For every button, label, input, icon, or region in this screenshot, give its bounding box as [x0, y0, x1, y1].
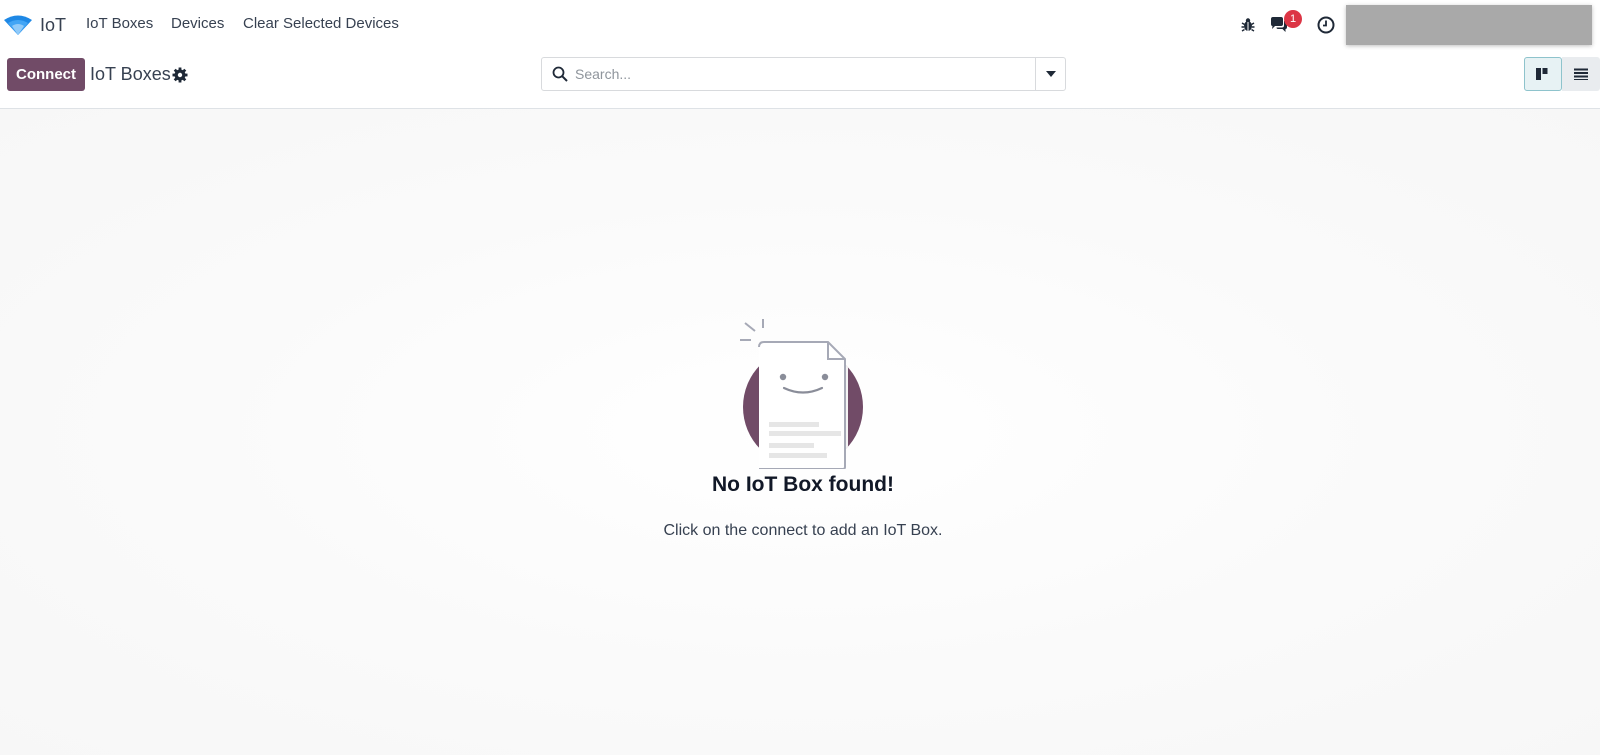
user-menu[interactable]: [1346, 5, 1592, 45]
kanban-view-content: No IoT Box found! Click on the connect t…: [0, 109, 1600, 755]
connect-button[interactable]: Connect: [7, 58, 85, 91]
search-input[interactable]: [575, 59, 1015, 89]
empty-state-title: No IoT Box found!: [712, 473, 894, 496]
list-view-button[interactable]: [1562, 57, 1600, 91]
menu-iot-boxes[interactable]: IoT Boxes: [86, 15, 153, 32]
wifi-icon[interactable]: [3, 14, 33, 36]
gear-icon[interactable]: [171, 66, 189, 84]
app-name[interactable]: IoT: [40, 15, 66, 36]
menu-devices[interactable]: Devices: [171, 15, 224, 32]
control-panel: Connect IoT Boxes: [0, 50, 1600, 109]
caret-down-icon: [1045, 71, 1056, 77]
kanban-view-button[interactable]: [1524, 57, 1562, 91]
list-icon: [1574, 68, 1588, 80]
search-icon: [552, 66, 568, 82]
no-content-helper: No IoT Box found! Click on the connect t…: [0, 109, 1600, 755]
page-title: IoT Boxes: [90, 64, 171, 84]
top-navbar: IoT IoT Boxes Devices Clear Selected Dev…: [0, 0, 1600, 50]
empty-document-smiley-icon: [740, 319, 863, 469]
empty-state-description: Click on the connect to add an IoT Box.: [663, 522, 943, 539]
debug-icon[interactable]: [1237, 14, 1259, 36]
menu-clear-selected-devices[interactable]: Clear Selected Devices: [243, 15, 399, 32]
kanban-icon: [1536, 68, 1548, 80]
search-options-toggle[interactable]: [1035, 58, 1065, 90]
messages-badge: 1: [1284, 10, 1302, 28]
clock-icon[interactable]: [1315, 14, 1337, 36]
search-bar: [541, 57, 1066, 91]
